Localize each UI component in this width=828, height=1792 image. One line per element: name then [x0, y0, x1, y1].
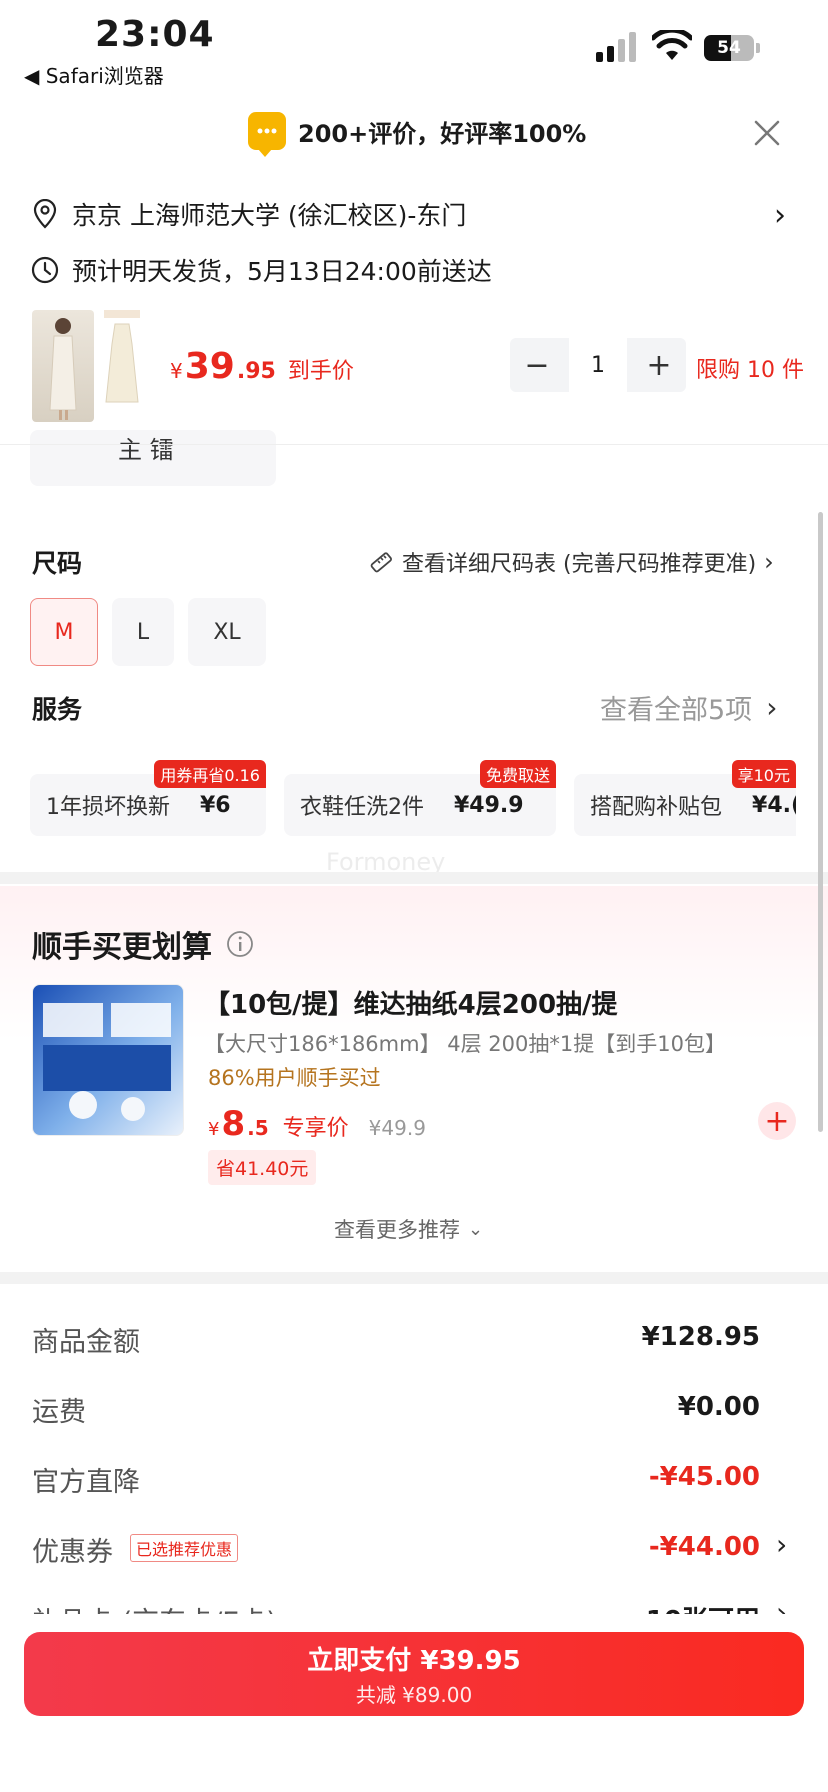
shipping-estimate: 预计明天发货，5月13日24:00前送达 [30, 252, 492, 288]
shipping-text: 预计明天发货，5月13日24:00前送达 [72, 257, 492, 286]
close-icon[interactable] [752, 118, 782, 148]
pay-now-button[interactable]: 立即支付 ¥39.95 共减 ¥89.00 [24, 1632, 804, 1716]
chevron-right-icon: › [766, 691, 778, 724]
service-badge: 享10元 [731, 760, 796, 788]
section-separator [0, 1272, 828, 1284]
address-text: 京京 上海师范大学 (徐汇校区)-东门 [72, 201, 467, 230]
size-chart-link[interactable]: 查看详细尺码表 (完善尺码推荐更准) › [368, 546, 774, 578]
section-separator [0, 872, 828, 884]
price-integer: 8 [221, 1104, 246, 1144]
service-price: ¥6 [200, 792, 231, 818]
currency-symbol: ¥ [170, 359, 183, 383]
product-image-dress[interactable] [102, 310, 142, 422]
quantity-input[interactable]: 1 [567, 338, 629, 392]
service-name: 搭配购补贴包 [590, 795, 723, 820]
decrease-quantity-button[interactable]: − [510, 348, 564, 383]
view-all-services-link[interactable]: 查看全部5项 › [600, 688, 777, 727]
size-option-xl[interactable]: XL [188, 598, 266, 666]
battery-icon: 54 [704, 34, 760, 62]
review-summary: 200+评价，好评率100% [298, 119, 587, 148]
battery-level: 54 [704, 35, 754, 61]
service-name: 衣鞋任洗2件 [300, 795, 424, 820]
coupon-chevron-icon[interactable]: › [776, 1528, 787, 1561]
recommended-item-price: ¥ 8 .5 专享价 ¥49.9 [208, 1104, 426, 1144]
price-tag: 专享价 [282, 1116, 349, 1141]
clock-icon [31, 256, 59, 284]
location-pin-icon [33, 199, 57, 229]
color-option-partial[interactable]: 主 镭 [30, 430, 276, 486]
freight-label: 运费 [32, 1397, 86, 1428]
service-item[interactable]: 1年损坏换新 ¥6 用券再省0.16 [30, 760, 266, 836]
view-all-services-text: 查看全部5项 [600, 695, 753, 726]
goods-amount-value: ¥128.95 [641, 1322, 760, 1352]
tissue-product-image[interactable] [32, 984, 184, 1136]
freight-value: ¥0.00 [677, 1392, 760, 1422]
service-price: ¥4.( [752, 792, 796, 818]
service-item[interactable]: 衣鞋任洗2件 ¥49.9 免费取送 [284, 760, 556, 836]
service-badge: 用券再省0.16 [154, 760, 266, 788]
original-price: ¥49.9 [368, 1116, 426, 1140]
product-image-model[interactable] [32, 310, 94, 422]
color-option-label: 主 镭 [118, 436, 174, 464]
chevron-down-icon: ⌄ [468, 1218, 484, 1240]
purchase-limit: 限购 10 件 [696, 358, 804, 383]
official-discount-value: -¥45.00 [648, 1462, 760, 1492]
review-banner[interactable]: 200+评价，好评率100% [248, 112, 587, 157]
recommended-item-buyers: 86%用户顺手买过 [208, 1066, 381, 1090]
price-integer: 39 [184, 346, 235, 387]
scrollbar[interactable] [818, 512, 823, 1132]
services-section-title: 服务 [32, 695, 83, 724]
chevron-right-icon: › [764, 548, 774, 576]
currency-symbol: ¥ [208, 1119, 220, 1140]
size-chart-text: 查看详细尺码表 (完善尺码推荐更准) [402, 552, 757, 577]
size-section-title: 尺码 [32, 549, 83, 578]
add-item-button[interactable]: + [758, 1102, 796, 1140]
delivery-address[interactable]: 京京 上海师范大学 (徐汇校区)-东门 [30, 196, 466, 232]
official-discount-label: 官方直降 [32, 1467, 140, 1498]
coupon-label: 优惠券 [32, 1537, 113, 1568]
price-tag: 到手价 [287, 359, 354, 384]
more-recommendations-text: 查看更多推荐 [334, 1218, 460, 1242]
more-recommendations-link[interactable]: 查看更多推荐 ⌄ [334, 1214, 483, 1244]
size-option-m[interactable]: M [30, 598, 98, 666]
goods-amount-label: 商品金额 [32, 1327, 140, 1358]
back-to-safari-link[interactable]: ◀ Safari浏览器 [24, 60, 164, 89]
quantity-stepper: − 1 + [510, 338, 686, 392]
service-price: ¥49.9 [454, 792, 524, 818]
service-item[interactable]: 搭配购补贴包 ¥4.( 享10元 [574, 760, 796, 836]
pay-now-label: 立即支付 ¥39.95 [307, 1646, 521, 1676]
cellular-signal-icon [596, 32, 636, 62]
coupon-selected-tag: 已选推荐优惠 [130, 1534, 239, 1562]
service-badge: 免费取送 [479, 760, 556, 788]
increase-quantity-button[interactable]: + [632, 348, 686, 383]
savings-badge: 省41.40元 [208, 1150, 317, 1185]
product-price: ¥ 39 .95 到手价 [170, 346, 354, 387]
coupon-value[interactable]: -¥44.00 [649, 1532, 760, 1562]
total-savings-label: 共减 ¥89.00 [355, 1683, 473, 1707]
price-decimal: .95 [236, 359, 276, 384]
service-name: 1年损坏换新 [46, 795, 170, 820]
header-divider [0, 444, 828, 445]
message-icon [248, 112, 286, 157]
recommended-item-name[interactable]: 【10包/提】维达抽纸4层200抽/提 [204, 984, 618, 1021]
recommended-item-subtitle: 【大尺寸186*186mm】 4层 200抽*1提【到手10包】 [204, 1032, 726, 1056]
wifi-icon [652, 30, 692, 60]
buy-together-title: 顺手买更划算 [32, 922, 254, 966]
service-item-clip: 搭配购补贴包 ¥4.( 享10元 [574, 760, 796, 850]
ruler-icon [370, 552, 392, 573]
buy-together-title-text: 顺手买更划算 [32, 930, 212, 965]
price-decimal: .5 [247, 1116, 269, 1140]
info-icon[interactable] [226, 930, 254, 958]
size-option-l[interactable]: L [112, 598, 174, 666]
status-time: 23:04 [95, 14, 215, 55]
address-chevron-icon[interactable]: › [774, 198, 786, 233]
